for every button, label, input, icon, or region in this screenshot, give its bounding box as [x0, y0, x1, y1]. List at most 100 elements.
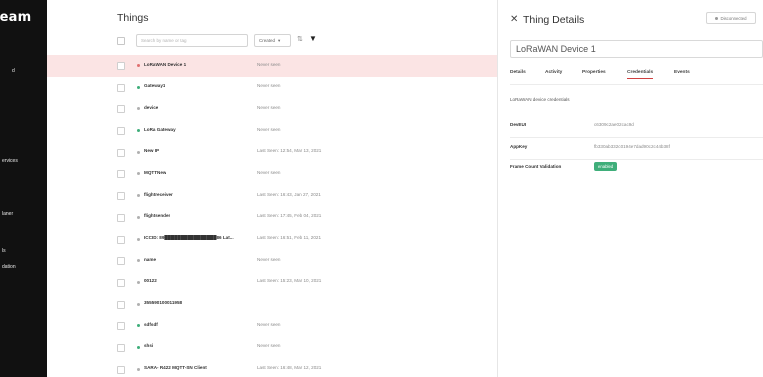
status-dot-icon — [137, 194, 140, 198]
last-seen: Last Seen: 16:51, Feb 11, 2021 — [257, 235, 322, 240]
filter-icon[interactable]: ▼ — [309, 34, 317, 43]
table-row[interactable]: flightreceiver Last Seen: 16:43, Jan 27, … — [47, 185, 497, 207]
status-dot-icon — [137, 129, 140, 133]
status-badge: enabled — [594, 162, 618, 171]
connection-status-label: Disconnected — [720, 15, 747, 21]
table-row[interactable]: Gateway1 Never seen — [47, 77, 497, 99]
brand-logo-text: ream — [0, 10, 32, 25]
thing-name: LoRa Gateway — [144, 126, 176, 132]
row-checkbox[interactable] — [117, 343, 125, 352]
row-checkbox[interactable] — [117, 62, 125, 70]
row-checkbox[interactable] — [117, 148, 125, 157]
table-row[interactable]: device Never seen — [47, 98, 497, 120]
last-seen: Never seen — [257, 61, 281, 67]
row-checkbox[interactable] — [117, 127, 125, 136]
table-row[interactable]: 355590100011958 — [47, 294, 497, 316]
status-dot-icon — [137, 259, 140, 263]
table-row[interactable]: shsi Never seen — [47, 337, 497, 359]
row-checkbox[interactable] — [117, 105, 125, 114]
table-row[interactable]: flightsender Last Seen: 17:45, Feb 04, 20… — [47, 207, 497, 229]
field-label: Frame Count Validation — [510, 164, 562, 169]
row-checkbox[interactable] — [117, 365, 125, 374]
sidebar-item-validation[interactable]: dation — [2, 264, 16, 270]
status-dot-icon — [137, 215, 140, 219]
table-row[interactable]: ICCID: 89████████████████86 Lat... Last S… — [47, 229, 497, 251]
credential-row-frame-count: Frame Count Validation enabled — [510, 160, 763, 180]
tab-details[interactable]: Details — [510, 70, 526, 78]
select-all-checkbox[interactable] — [117, 37, 125, 45]
thing-name: shsi — [144, 343, 154, 349]
sort-toggle-icon[interactable]: ⇅ — [297, 35, 303, 43]
status-dot-icon — [137, 280, 140, 284]
status-dot-icon — [137, 324, 140, 328]
search-input[interactable] — [136, 34, 248, 47]
thing-name: LoRaWAN Device 1 — [144, 61, 187, 67]
last-seen: Last Seen: 17:45, Feb 04, 2021 — [257, 213, 322, 219]
field-label: DevEUI — [510, 122, 527, 127]
sidebar-item-1[interactable]: d — [12, 68, 15, 74]
status-dot-icon — [137, 367, 140, 371]
device-name-field[interactable] — [510, 40, 763, 58]
row-checkbox[interactable] — [117, 257, 125, 266]
last-seen: Never seen — [257, 126, 281, 132]
row-checkbox[interactable] — [117, 300, 125, 309]
sidebar-item-services[interactable]: ervices — [2, 158, 18, 164]
status-dot-icon — [137, 85, 140, 89]
sidebar-item-planer[interactable]: laner — [2, 211, 13, 217]
table-row[interactable]: name Never seen — [47, 250, 497, 272]
tab-properties[interactable]: Properties — [582, 70, 606, 78]
row-checkbox[interactable] — [117, 83, 125, 92]
credential-row-deveui: DevEUI c6309c2ae02cac9d — [510, 118, 763, 138]
thing-name: ICCID: 89████████████████86 Lat... — [144, 235, 234, 240]
thing-name: Gateway1 — [144, 83, 166, 89]
things-table: LoRaWAN Device 1 Never seen Gateway1 Never … — [47, 55, 497, 377]
thing-name: device — [144, 104, 159, 110]
chevron-down-icon: ▾ — [278, 37, 281, 43]
table-row[interactable]: SARA- R422 MQTT-SN Client Last Seen: 16:4… — [47, 359, 497, 377]
row-checkbox[interactable] — [117, 235, 125, 244]
details-tabs: Details Activity Properties Credentials … — [510, 70, 763, 84]
table-row[interactable]: MQTTNew Never seen — [47, 163, 497, 185]
row-checkbox[interactable] — [117, 192, 125, 201]
table-row[interactable]: 00122 Last Seen: 15:23, Mar 10, 2021 — [47, 272, 497, 294]
details-title: Thing Details — [523, 14, 585, 26]
thing-name: sdfsdf — [144, 321, 158, 327]
status-dot-icon — [137, 64, 140, 67]
tab-events[interactable]: Events — [674, 70, 690, 78]
row-checkbox[interactable] — [117, 170, 125, 179]
sidebar: ream d ervices laner ls dation — [0, 0, 47, 377]
thing-name: New IP — [144, 148, 160, 154]
status-dot-icon — [137, 237, 140, 241]
table-row[interactable]: LoRaWAN Device 1 Never seen — [47, 55, 497, 77]
page-title: Things — [117, 12, 149, 24]
tab-credentials[interactable]: Credentials — [627, 70, 654, 79]
tab-activity[interactable]: Activity — [545, 70, 562, 78]
thing-name: SARA- R422 MQTT-SN Client — [144, 365, 207, 371]
last-seen: Last Seen: 16:48, Mar 12, 2021 — [257, 365, 322, 371]
sort-select-label: Created — [259, 38, 276, 43]
status-dot-icon — [137, 107, 140, 111]
credential-row-appkey: AppKey fb330ab332c0194e7dad90c2c44b38f — [510, 140, 763, 160]
row-checkbox[interactable] — [117, 322, 125, 331]
sidebar-item-4[interactable]: ls — [2, 248, 6, 254]
last-seen: Never seen — [257, 83, 281, 89]
sort-select[interactable]: Created ▾ — [254, 34, 291, 47]
last-seen: Never seen — [257, 256, 281, 262]
thing-name: flightreceiver — [144, 191, 173, 197]
table-row[interactable]: LoRa Gateway Never seen — [47, 120, 497, 142]
table-row[interactable]: sdfsdf Never seen — [47, 315, 497, 337]
thing-name: 355590100011958 — [144, 300, 183, 306]
app-window: ream d ervices laner ls dation Things Cr… — [0, 0, 763, 377]
row-checkbox[interactable] — [117, 278, 125, 287]
table-row[interactable]: New IP Last Seen: 12:54, Mar 13, 2021 — [47, 142, 497, 164]
field-label: AppKey — [510, 144, 528, 149]
status-dot-icon — [137, 150, 140, 154]
status-dot-icon — [137, 302, 140, 306]
row-checkbox[interactable] — [117, 213, 125, 222]
field-value: c6309c2ae02cac9d — [594, 122, 634, 127]
close-icon[interactable]: ✕ — [510, 14, 518, 25]
connection-status-badge: Disconnected — [706, 12, 756, 24]
tabs-divider — [510, 84, 763, 85]
thing-name: name — [144, 256, 157, 262]
last-seen: Never seen — [257, 169, 281, 175]
